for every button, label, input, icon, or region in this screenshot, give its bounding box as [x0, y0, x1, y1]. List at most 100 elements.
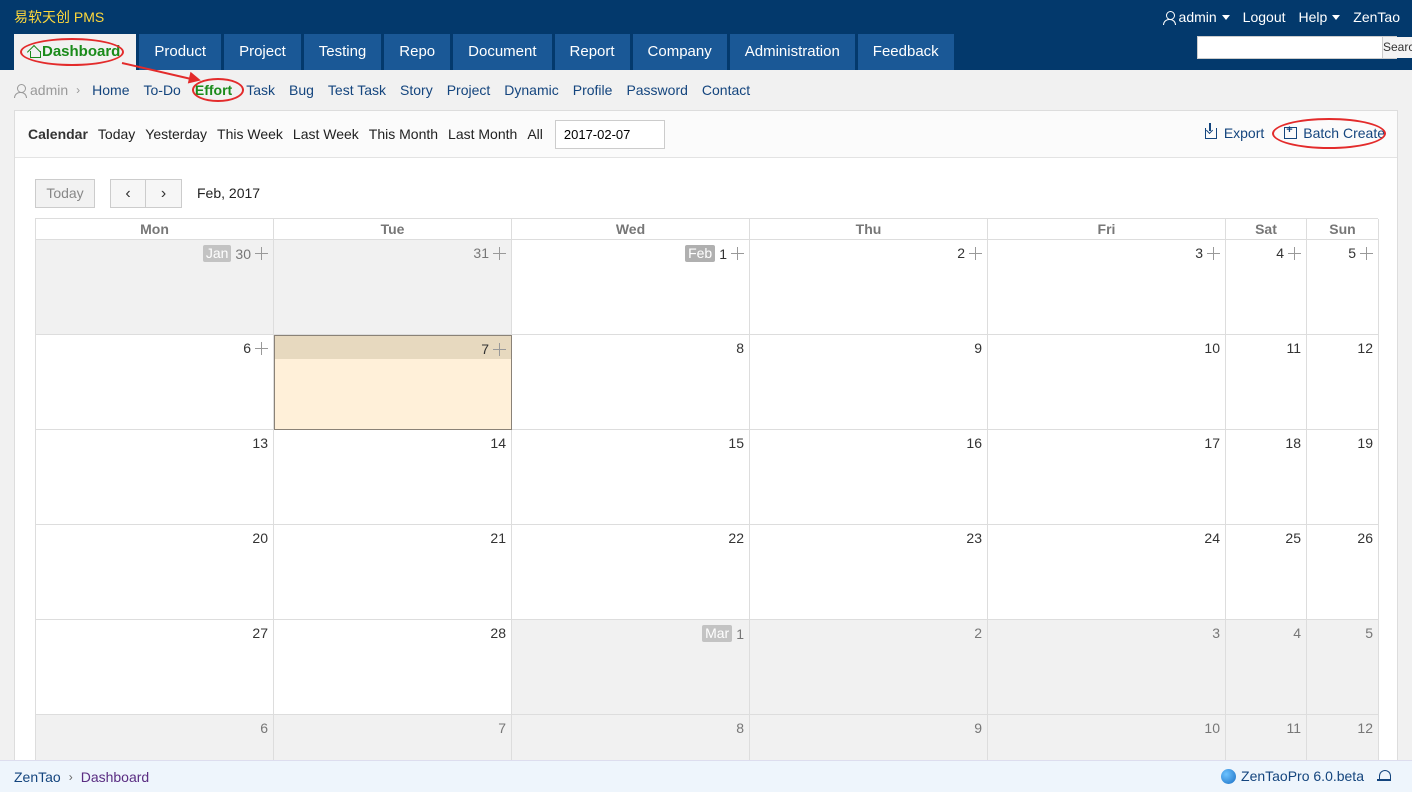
subnav-project[interactable]: Project	[447, 81, 491, 99]
calendar-day[interactable]: 5	[1307, 240, 1379, 335]
calendar-day[interactable]: 3	[988, 240, 1226, 335]
brand-title[interactable]: 易软天创 PMS	[14, 7, 104, 27]
calendar-day[interactable]: 21	[274, 525, 512, 620]
add-effort-icon[interactable]	[1288, 246, 1301, 260]
filter-this-month[interactable]: This Month	[369, 126, 438, 142]
calendar-day[interactable]: 4	[1226, 240, 1307, 335]
calendar-day[interactable]: 2	[750, 620, 988, 715]
top-right-menu: admin Logout Help ZenTao	[1162, 9, 1400, 25]
subnav-bug[interactable]: Bug	[289, 81, 314, 99]
filter-last-month[interactable]: Last Month	[448, 126, 517, 142]
subnav-contact[interactable]: Contact	[702, 81, 750, 99]
subnav-dynamic[interactable]: Dynamic	[504, 81, 558, 99]
calendar-day-today[interactable]: 7	[274, 335, 512, 430]
calendar-day[interactable]: 3	[988, 620, 1226, 715]
search-button[interactable]: Search	[1382, 37, 1412, 58]
nav-administration[interactable]: Administration	[729, 34, 855, 70]
toolbar-calendar-label[interactable]: Calendar	[28, 126, 88, 142]
day-header: 3	[1212, 625, 1220, 641]
subnav-todo[interactable]: To-Do	[144, 81, 181, 99]
calendar-day[interactable]: 12	[1307, 335, 1379, 430]
calendar-day[interactable]: 13	[36, 430, 274, 525]
calendar-day[interactable]: 11	[1226, 335, 1307, 430]
top-header: 易软天创 PMS admin Logout Help ZenTao Dashbo…	[0, 0, 1412, 70]
subnav-password[interactable]: Password	[626, 81, 687, 99]
nav-report[interactable]: Report	[554, 34, 630, 70]
footer-home-link[interactable]: ZenTao	[14, 769, 61, 785]
prev-month-button[interactable]: ‹	[110, 178, 146, 208]
calendar-day[interactable]: 20	[36, 525, 274, 620]
filter-all[interactable]: All	[527, 126, 543, 142]
filter-last-week[interactable]: Last Week	[293, 126, 359, 142]
calendar-day[interactable]: 2	[750, 240, 988, 335]
day-header: 12	[1357, 340, 1373, 356]
bell-icon[interactable]	[1377, 770, 1391, 782]
calendar-day[interactable]: 18	[1226, 430, 1307, 525]
calendar-day[interactable]: 26	[1307, 525, 1379, 620]
calendar-day[interactable]: 10	[988, 335, 1226, 430]
calendar-day[interactable]: 19	[1307, 430, 1379, 525]
export-button[interactable]: Export	[1204, 123, 1264, 141]
calendar-day[interactable]: 27	[36, 620, 274, 715]
nav-product[interactable]: Product	[139, 34, 222, 70]
calendar-day[interactable]: Mar 1	[512, 620, 750, 715]
next-month-button[interactable]: ›	[146, 178, 182, 208]
add-effort-icon[interactable]	[255, 341, 268, 355]
nav-repo[interactable]: Repo	[384, 34, 451, 70]
logout-link[interactable]: Logout	[1243, 9, 1286, 25]
add-effort-icon[interactable]	[493, 246, 506, 260]
calendar-day[interactable]: 4	[1226, 620, 1307, 715]
add-effort-icon[interactable]	[1207, 246, 1220, 260]
calendar-today-button[interactable]: Today	[35, 178, 95, 208]
calendar-day[interactable]: 31	[274, 240, 512, 335]
calendar-day[interactable]: 8	[512, 335, 750, 430]
nav-document[interactable]: Document	[453, 34, 552, 70]
calendar-day[interactable]: 5	[1307, 620, 1379, 715]
subnav-task[interactable]: Task	[246, 81, 275, 99]
add-effort-icon[interactable]	[731, 247, 744, 260]
add-effort-icon[interactable]	[255, 247, 268, 260]
search-input[interactable]	[1198, 37, 1382, 58]
calendar-day[interactable]: 25	[1226, 525, 1307, 620]
calendar-day[interactable]: 23	[750, 525, 988, 620]
calendar-day[interactable]: 6	[36, 335, 274, 430]
help-menu[interactable]: Help	[1299, 9, 1341, 25]
zentao-link[interactable]: ZenTao	[1353, 9, 1400, 25]
calendar-day[interactable]: Feb 1	[512, 240, 750, 335]
nav-dashboard[interactable]: Dashboard	[14, 34, 137, 70]
subnav-test-task[interactable]: Test Task	[328, 81, 386, 99]
nav-project[interactable]: Project	[224, 34, 301, 70]
subnav-story[interactable]: Story	[400, 81, 433, 99]
add-effort-icon[interactable]	[969, 246, 982, 260]
filter-today[interactable]: Today	[98, 126, 135, 142]
effort-toolbar: Calendar Today Yesterday This Week Last …	[15, 111, 1397, 158]
calendar-day[interactable]: 15	[512, 430, 750, 525]
calendar-day[interactable]: Jan 30	[36, 240, 274, 335]
footer-current-link[interactable]: Dashboard	[81, 769, 150, 785]
day-header: 24	[1204, 530, 1220, 546]
filter-yesterday[interactable]: Yesterday	[145, 126, 207, 142]
version-link[interactable]: ZenTaoPro 6.0.beta	[1221, 768, 1364, 784]
date-input[interactable]	[554, 119, 665, 149]
calendar-day[interactable]: 16	[750, 430, 988, 525]
calendar-day[interactable]: 9	[750, 335, 988, 430]
subnav-effort[interactable]: Effort	[195, 81, 232, 99]
calendar-day[interactable]: 28	[274, 620, 512, 715]
batch-create-button[interactable]: Batch Create	[1284, 124, 1385, 141]
filter-this-week[interactable]: This Week	[217, 126, 283, 142]
add-effort-icon[interactable]	[493, 342, 506, 356]
home-icon	[28, 45, 41, 58]
calendar-day[interactable]: 17	[988, 430, 1226, 525]
toolbar-actions: Export Batch Create	[1204, 123, 1385, 141]
subnav-home[interactable]: Home	[92, 81, 129, 99]
calendar-day[interactable]: 22	[512, 525, 750, 620]
nav-testing[interactable]: Testing	[303, 34, 382, 70]
calendar-day[interactable]: 24	[988, 525, 1226, 620]
calendar-day[interactable]: 14	[274, 430, 512, 525]
add-effort-icon[interactable]	[1360, 246, 1373, 260]
user-menu[interactable]: admin	[1162, 9, 1230, 25]
nav-feedback[interactable]: Feedback	[857, 34, 954, 70]
day-number: 27	[252, 625, 268, 641]
subnav-profile[interactable]: Profile	[573, 81, 613, 99]
nav-company[interactable]: Company	[632, 34, 727, 70]
